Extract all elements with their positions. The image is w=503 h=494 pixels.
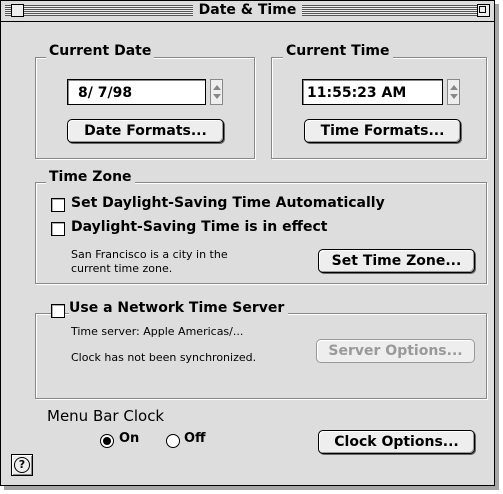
current-time-heading: Current Time <box>283 43 393 59</box>
help-icon: ? <box>14 457 30 473</box>
stepper-up-icon[interactable] <box>450 85 458 90</box>
current-date-group <box>35 57 255 159</box>
network-time-checkbox[interactable] <box>51 304 65 318</box>
close-box-icon[interactable] <box>11 4 24 17</box>
window-title: Date & Time <box>192 2 303 18</box>
clock-off-label[interactable]: Off <box>184 431 206 446</box>
time-formats-button[interactable]: Time Formats... <box>304 119 461 143</box>
date-stepper[interactable] <box>210 79 223 105</box>
title-bar[interactable]: Date & Time <box>1 1 494 22</box>
help-button[interactable]: ? <box>11 454 33 476</box>
stepper-down-icon[interactable] <box>450 94 458 99</box>
time-field[interactable]: 11:55:23 AM <box>302 79 443 105</box>
dst-effect-checkbox[interactable] <box>51 222 65 236</box>
sync-status-text: Clock has not been synchronized. <box>71 351 257 364</box>
set-time-zone-button[interactable]: Set Time Zone... <box>318 249 475 273</box>
date-formats-button[interactable]: Date Formats... <box>67 119 224 143</box>
dst-auto-checkbox[interactable] <box>51 198 65 212</box>
time-zone-heading: Time Zone <box>46 169 135 185</box>
dst-effect-label[interactable]: Daylight-Saving Time is in effect <box>71 219 327 235</box>
time-zone-info-line1: San Francisco is a city in the <box>71 248 228 261</box>
clock-on-radio[interactable] <box>100 434 114 448</box>
current-date-heading: Current Date <box>46 43 155 59</box>
time-stepper[interactable] <box>447 79 460 105</box>
date-time-window: Date & Time Current Date 8/ 7/98 Date Fo… <box>0 0 495 486</box>
time-zone-info-line2: current time zone. <box>71 262 173 275</box>
network-time-label[interactable]: Use a Network Time Server <box>69 300 289 316</box>
menu-bar-clock-heading: Menu Bar Clock <box>47 407 165 425</box>
date-field[interactable]: 8/ 7/98 <box>67 79 206 105</box>
clock-on-label[interactable]: On <box>119 431 139 446</box>
clock-off-radio[interactable] <box>166 434 180 448</box>
clock-options-button[interactable]: Clock Options... <box>318 430 475 454</box>
stepper-down-icon[interactable] <box>213 94 221 99</box>
stepper-up-icon[interactable] <box>213 85 221 90</box>
zoom-box-icon[interactable] <box>477 4 490 17</box>
server-options-button[interactable]: Server Options... <box>316 339 475 363</box>
time-server-text: Time server: Apple Americas/... <box>71 325 244 338</box>
dst-auto-label[interactable]: Set Daylight-Saving Time Automatically <box>71 195 385 211</box>
current-time-group <box>271 57 487 159</box>
